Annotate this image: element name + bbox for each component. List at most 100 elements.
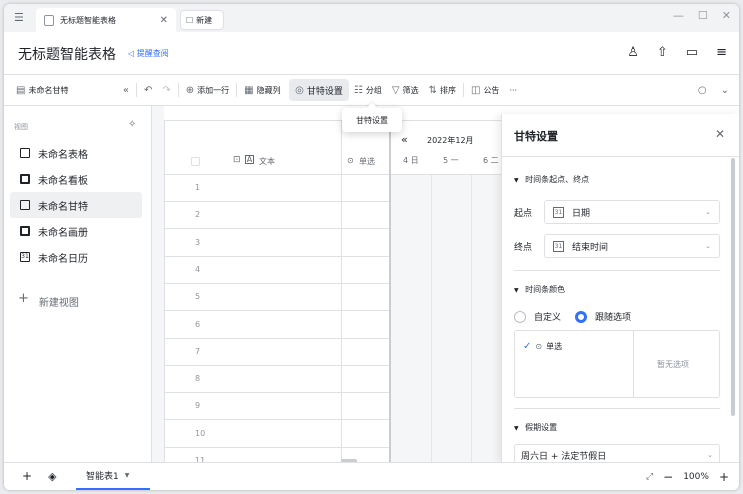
view-name-selector[interactable]: ▤ 未命名甘特 « <box>4 85 134 96</box>
tab-document[interactable]: 无标题智能表格 ✕ <box>36 8 176 32</box>
gantt-splitter[interactable] <box>389 121 391 462</box>
color-mode-radio-group: 自定义 跟随选项 <box>514 310 631 323</box>
gantt-month-label: 2022年12月 <box>427 136 474 145</box>
table-row[interactable]: 5 <box>165 284 389 312</box>
chevron-down-icon[interactable]: ⌄ <box>721 85 729 96</box>
sort-button[interactable]: ⇅ 排序 <box>424 85 461 96</box>
search-icon[interactable]: ○ <box>698 85 707 96</box>
minimize-icon[interactable]: — <box>673 9 684 22</box>
add-circle-icon: ⊕ <box>185 84 195 96</box>
sidebar-item-label: 未命名看板 <box>38 175 88 187</box>
fit-screen-icon[interactable]: ⤢ <box>646 472 653 482</box>
tab-new[interactable]: ☐ 新建 <box>180 10 224 30</box>
select-all-checkbox[interactable] <box>191 157 200 166</box>
end-field-select[interactable]: 31 结束时间 ⌄ <box>544 234 720 258</box>
sidebar-item-album[interactable]: 未命名画册 <box>10 218 142 244</box>
radio-follow-label[interactable]: 跟随选项 <box>595 310 631 323</box>
filter-button[interactable]: ▽ 筛选 <box>387 85 424 96</box>
gantt-area[interactable] <box>391 175 504 462</box>
sort-label: 排序 <box>439 85 456 95</box>
section-color[interactable]: ▼ 时间条颜色 <box>514 284 565 295</box>
new-view-button[interactable]: + 新建视图 <box>18 292 79 309</box>
hide-columns-label: 隐藏列 <box>256 85 281 95</box>
more-label: ··· <box>509 85 518 95</box>
no-options-text: 暂无选项 <box>657 360 689 369</box>
hide-columns-button[interactable]: ▦ 隐藏列 <box>239 85 289 96</box>
maximize-icon[interactable]: ☐ <box>698 9 708 22</box>
calendar-icon: 31 <box>553 206 564 218</box>
table-row[interactable]: 9 <box>165 393 389 421</box>
add-row-button[interactable]: ⊕ 添加一行 <box>181 85 234 96</box>
table-row[interactable]: 3 <box>165 230 389 257</box>
gantt-settings-tooltip: 甘特设置 <box>342 108 402 132</box>
app-window: ☰ 无标题智能表格 ✕ ☐ 新建 — ☐ ✕ 无标题智能表格 ◁ 提醒查阅 ♙ … <box>4 4 739 490</box>
chevron-left-icon[interactable]: « <box>401 133 408 146</box>
share-icon[interactable]: ⇧ <box>657 45 668 60</box>
gantt-settings-button[interactable]: ◎ 甘特设置 <box>289 79 349 101</box>
section-timeline-label: 时间条起点、终点 <box>525 175 590 184</box>
sidebar-item-kanban[interactable]: 未命名看板 <box>10 166 142 192</box>
divider <box>462 83 464 97</box>
text-field-icon: A <box>245 155 254 164</box>
chevron-down-icon: ⌄ <box>707 451 713 459</box>
notice-button[interactable]: ◫ 公告 <box>466 85 504 96</box>
radio-follow[interactable] <box>575 310 588 323</box>
album-icon <box>20 226 30 236</box>
menu-icon[interactable]: ≡ <box>716 45 727 60</box>
tab-document-label: 无标题智能表格 <box>60 15 116 25</box>
table-row[interactable]: 7 <box>165 339 389 366</box>
divider <box>136 83 137 97</box>
app-menu-icon[interactable]: ☰ <box>14 11 28 25</box>
table-row[interactable]: 8 <box>165 366 389 394</box>
undo-button[interactable]: ↶ <box>139 85 157 96</box>
close-icon[interactable]: ✕ <box>715 127 725 141</box>
sheet-tab[interactable]: 智能表1 ▼ <box>76 463 150 490</box>
redo-button[interactable]: ↷ <box>157 85 175 96</box>
comment-icon[interactable]: ▭ <box>686 45 698 60</box>
table-row[interactable]: 4 <box>165 257 389 284</box>
zoom-in-button[interactable]: + <box>719 470 729 484</box>
gantt-settings-label: 甘特设置 <box>306 86 343 97</box>
table-row[interactable]: 2 <box>165 202 389 230</box>
section-timeline[interactable]: ▼ 时间条起点、终点 <box>514 174 589 185</box>
caret-down-icon[interactable]: ▼ <box>125 472 130 479</box>
view-sidebar: 视图 ✧ 未命名表格 未命名看板 未命名甘特 未命名画册 31 未命名日历 + … <box>4 106 152 462</box>
gantt-day-label: 4 日 <box>403 156 419 165</box>
zoom-level: 100% <box>683 472 709 482</box>
sidebar-item-table[interactable]: 未命名表格 <box>10 140 142 166</box>
option-field-item[interactable]: ✓ ⊙ 单选 <box>523 341 562 352</box>
sidebar-item-calendar[interactable]: 31 未命名日历 <box>10 244 142 270</box>
row-number: 4 <box>195 264 201 274</box>
panel-title: 甘特设置 <box>514 130 558 143</box>
more-button[interactable]: ··· <box>504 86 522 95</box>
pin-icon[interactable]: ✧ <box>128 119 136 130</box>
filter-icon: ▽ <box>391 84 400 96</box>
add-member-icon[interactable]: ♙ <box>627 45 639 60</box>
new-tab-icon: ☐ <box>186 15 194 25</box>
layers-icon[interactable]: ◈ <box>48 470 56 483</box>
col-text-label[interactable]: 文本 <box>259 156 275 167</box>
gantt-day-label: 6 二 <box>483 156 499 165</box>
group-button[interactable]: ☷ 分组 <box>349 85 387 96</box>
row-number: 3 <box>195 237 201 247</box>
page-title[interactable]: 无标题智能表格 <box>18 44 116 64</box>
section-color-label: 时间条颜色 <box>525 285 566 294</box>
table-row[interactable]: 10 <box>165 421 389 448</box>
sidebar-item-label: 未命名甘特 <box>38 201 88 213</box>
collapse-icon[interactable]: « <box>123 85 129 96</box>
close-window-icon[interactable]: ✕ <box>722 9 731 22</box>
panel-scrollbar[interactable] <box>731 158 735 416</box>
start-field-select[interactable]: 31 日期 ⌄ <box>544 200 720 224</box>
add-sheet-icon[interactable]: + <box>22 469 32 483</box>
zoom-out-button[interactable]: − <box>663 470 673 484</box>
sidebar-item-gantt[interactable]: 未命名甘特 <box>10 192 142 218</box>
section-holiday[interactable]: ▼ 假期设置 <box>514 422 557 433</box>
table-row[interactable]: 6 <box>165 312 389 339</box>
table-icon <box>20 148 30 158</box>
radio-custom[interactable] <box>514 310 526 323</box>
add-row-label: 添加一行 <box>197 85 230 95</box>
reminder-link[interactable]: ◁ 提醒查阅 <box>128 48 169 59</box>
table-row[interactable]: 1 <box>165 175 389 202</box>
close-icon[interactable]: ✕ <box>160 15 168 26</box>
radio-custom-label[interactable]: 自定义 <box>534 310 561 323</box>
